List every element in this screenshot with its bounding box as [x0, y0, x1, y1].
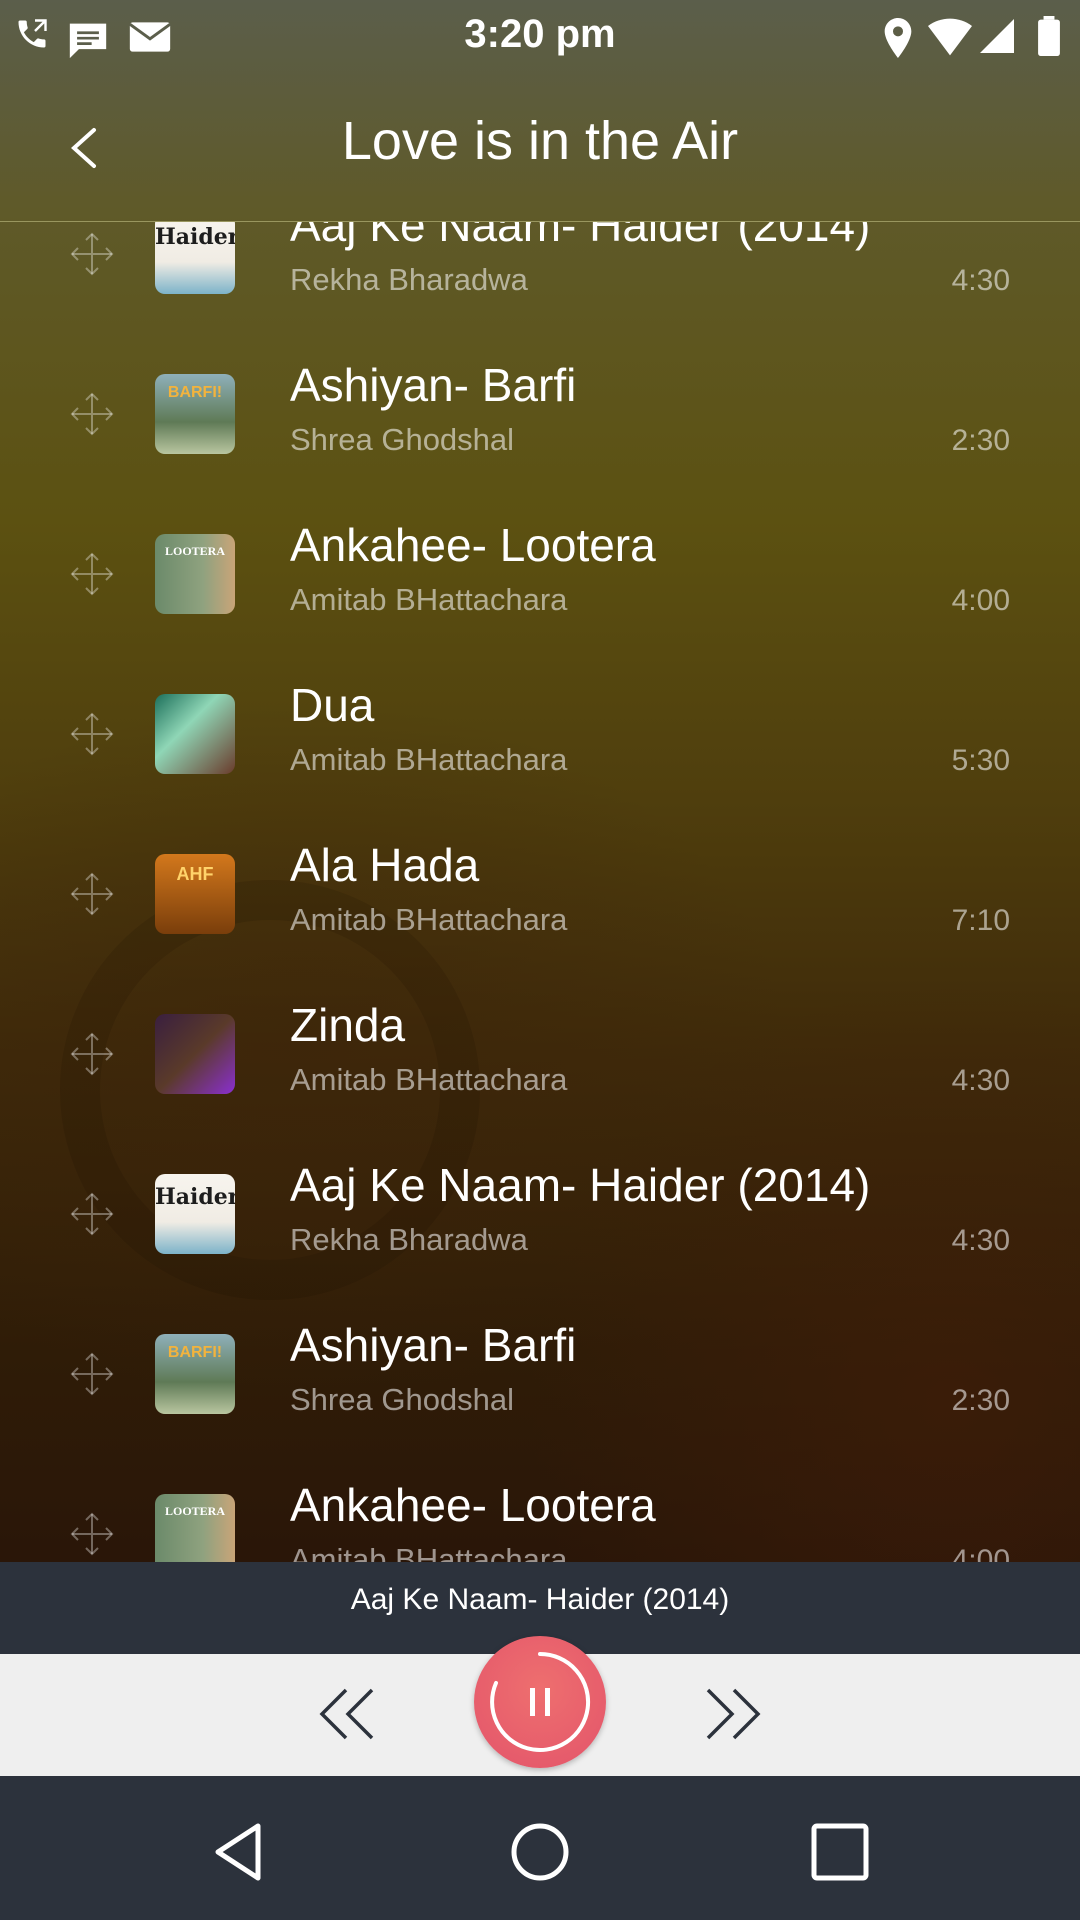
track-row[interactable]: Zinda Amitab BHattachara 4:30	[0, 972, 1080, 1132]
track-row[interactable]: LOOTERA Ankahee- Lootera Amitab BHattachar…	[0, 492, 1080, 652]
album-art-label: AHF	[176, 864, 214, 884]
wifi-icon	[928, 18, 972, 56]
recents-square-icon	[811, 1823, 869, 1881]
playlist-title: Love is in the Air	[341, 111, 739, 171]
track-duration: 4:00	[951, 584, 1010, 617]
track-list-viewport[interactable]: Haider Aaj Ke Naam- Haider (2014) Rekha Bh…	[0, 222, 1080, 1562]
track-row[interactable]: Haider Aaj Ke Naam- Haider (2014) Rekha Bh…	[0, 1132, 1080, 1292]
drag-handle-icon[interactable]	[70, 232, 114, 276]
drag-handle-icon[interactable]	[70, 392, 114, 436]
pause-button[interactable]	[474, 1636, 606, 1768]
album-art: Haider	[155, 1174, 235, 1254]
track-duration: 4:30	[951, 264, 1010, 297]
album-art-label: LOOTERA	[164, 1504, 225, 1518]
track-title: Aaj Ke Naam- Haider (2014)	[290, 222, 871, 251]
track-artist: Amitab BHattachara	[290, 1062, 568, 1097]
now-playing-title: Aaj Ke Naam- Haider (2014)	[350, 1583, 730, 1616]
album-art: AHF	[155, 854, 235, 934]
album-art: BARFI!	[155, 374, 235, 454]
track-artist: Amitab BHattachara	[290, 582, 568, 617]
track-row[interactable]: AHF Ala Hada Amitab BHattachara 7:10	[0, 812, 1080, 972]
drag-handle-icon[interactable]	[70, 1512, 114, 1556]
rewind-icon	[319, 1688, 374, 1740]
track-title: Ashiyan- Barfi	[290, 1319, 577, 1371]
location-icon	[884, 18, 912, 58]
track-title: Zinda	[290, 999, 406, 1051]
system-nav-bar	[0, 1776, 1080, 1920]
track-title: Ankahee- Lootera	[290, 519, 656, 571]
track-title: Ashiyan- Barfi	[290, 359, 577, 411]
album-art-label: Haider	[155, 224, 235, 250]
album-art	[155, 1014, 235, 1094]
album-art	[155, 694, 235, 774]
battery-icon	[1038, 16, 1060, 56]
album-art: LOOTERA	[155, 534, 235, 614]
status-bar: 3:20 pm	[0, 0, 1080, 72]
back-triangle-icon	[215, 1823, 261, 1881]
track-artist: Shrea Ghodshal	[290, 1382, 515, 1417]
track-duration: 4:00	[951, 1544, 1010, 1562]
album-art-label: BARFI!	[167, 384, 223, 401]
drag-handle-icon[interactable]	[70, 1352, 114, 1396]
drag-handle-icon[interactable]	[70, 1032, 114, 1076]
track-duration: 7:10	[951, 904, 1010, 937]
album-art-label: Haider	[155, 1184, 235, 1210]
track-artist: Rekha Bharadwa	[290, 1222, 528, 1257]
player-controls	[0, 1636, 1080, 1776]
track-title: Dua	[290, 679, 375, 731]
home-circle-icon	[511, 1823, 569, 1881]
track-artist: Shrea Ghodshal	[290, 422, 515, 457]
track-row[interactable]: BARFI! Ashiyan- Barfi Shrea Ghodshal 2:30	[0, 332, 1080, 492]
track-duration: 4:30	[951, 1064, 1010, 1097]
track-title: Ankahee- Lootera	[290, 1479, 656, 1531]
album-art: BARFI!	[155, 1334, 235, 1414]
rewind-button[interactable]	[316, 1682, 380, 1746]
album-art-label: BARFI!	[167, 1344, 223, 1361]
track-row[interactable]: BARFI! Ashiyan- Barfi Shrea Ghodshal 2:30	[0, 1292, 1080, 1452]
track-row[interactable]: Haider Aaj Ke Naam- Haider (2014) Rekha Bh…	[0, 222, 1080, 332]
nav-back-button[interactable]	[208, 1820, 272, 1884]
track-duration: 2:30	[951, 1384, 1010, 1417]
track-artist: Amitab BHattachara	[290, 1542, 568, 1562]
nav-recents-button[interactable]	[808, 1820, 872, 1884]
clock: 3:20 pm	[464, 12, 616, 56]
header: Love is in the Air	[0, 72, 1080, 222]
drag-handle-icon[interactable]	[70, 1192, 114, 1236]
drag-handle-icon[interactable]	[70, 552, 114, 596]
signal-icon	[980, 19, 1014, 53]
track-artist: Amitab BHattachara	[290, 742, 568, 777]
track-duration: 2:30	[951, 424, 1010, 457]
track-row[interactable]: Dua Amitab BHattachara 5:30	[0, 652, 1080, 812]
drag-handle-icon[interactable]	[70, 872, 114, 916]
track-artist: Amitab BHattachara	[290, 902, 568, 937]
track-duration: 4:30	[951, 1224, 1010, 1257]
drag-handle-icon[interactable]	[70, 712, 114, 756]
track-title: Aaj Ke Naam- Haider (2014)	[290, 1159, 871, 1211]
album-art: Haider	[155, 222, 235, 294]
nav-home-button[interactable]	[508, 1820, 572, 1884]
track-artist: Rekha Bharadwa	[290, 262, 528, 297]
track-title: Ala Hada	[290, 839, 480, 891]
pause-icon	[490, 1652, 591, 1752]
fast-forward-button[interactable]	[700, 1682, 764, 1746]
track-row[interactable]: LOOTERA Ankahee- Lootera Amitab BHattachar…	[0, 1452, 1080, 1562]
album-art-label: LOOTERA	[164, 544, 225, 558]
track-duration: 5:30	[951, 744, 1010, 777]
album-art: LOOTERA	[155, 1494, 235, 1562]
fast-forward-icon	[706, 1688, 761, 1740]
